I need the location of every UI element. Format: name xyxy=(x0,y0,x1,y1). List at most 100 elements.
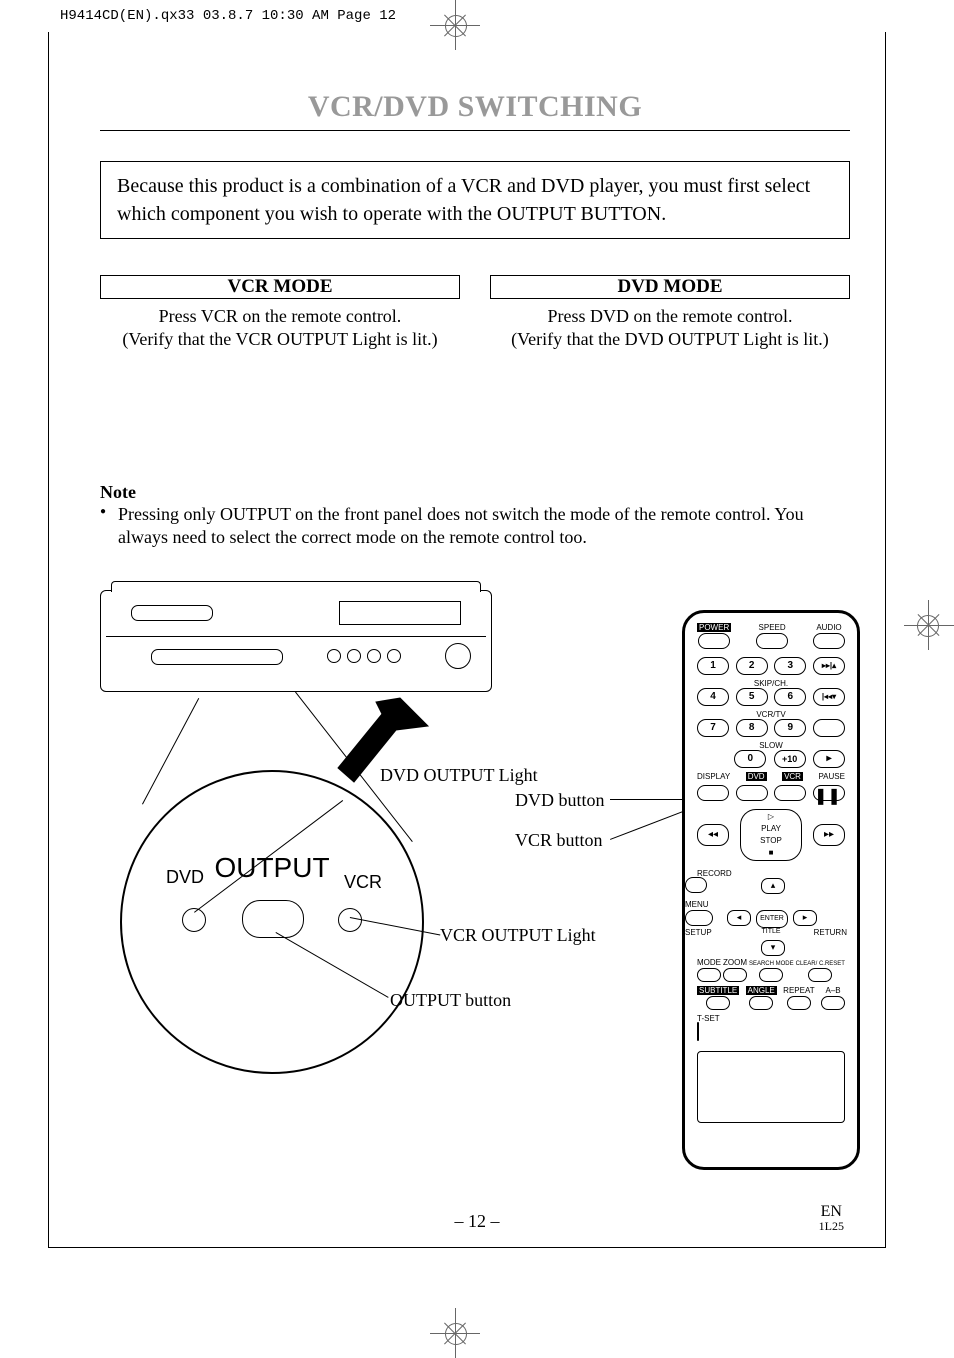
vcr-mode-line2: (Verify that the VCR OUTPUT Light is lit… xyxy=(122,329,437,349)
num-5-button: 5 xyxy=(736,688,768,706)
play-label: PLAY xyxy=(761,824,781,833)
dvd-button xyxy=(736,785,768,801)
zoom-button xyxy=(723,968,747,982)
leader-line xyxy=(610,799,690,800)
callout-dvd-output-light: DVD OUTPUT Light xyxy=(380,765,538,786)
dpad: ▴ ◂ ENTER ▸ ▾ MENU SETUP TITLE RETURN xyxy=(721,878,821,958)
dvd-mode-line1: Press DVD on the remote control. xyxy=(548,306,793,326)
note-section: Note Pressing only OUTPUT on the front p… xyxy=(100,482,850,550)
rewind-button: ◂◂ xyxy=(697,824,729,846)
angle-label: ANGLE xyxy=(746,986,777,995)
num-0-button: 0 xyxy=(734,750,766,768)
dvd-button-label: DVD xyxy=(746,772,767,781)
display-label: DISPLAY xyxy=(697,772,730,781)
num-3-button: 3 xyxy=(774,657,806,675)
dvd-mode-text: Press DVD on the remote control. (Verify… xyxy=(490,305,850,352)
power-label: POWER xyxy=(697,623,731,632)
page-number: – 12 – xyxy=(0,1211,954,1232)
tset-button xyxy=(697,1022,699,1041)
pause-button: ❚❚ xyxy=(813,785,845,801)
dvd-mode-header: DVD MODE xyxy=(490,275,850,299)
num-7-button: 7 xyxy=(697,719,729,737)
note-text: Pressing only OUTPUT on the front panel … xyxy=(100,503,850,550)
lang-main: EN xyxy=(821,1203,842,1220)
speed-label: SPEED xyxy=(759,623,786,632)
num-1-button: 1 xyxy=(697,657,729,675)
up-button: ▴ xyxy=(761,878,785,894)
footer: – 12 – EN 1L25 xyxy=(0,1211,954,1232)
setup-label: SETUP xyxy=(685,928,712,937)
vcr-button xyxy=(774,785,806,801)
mode-label: MODE xyxy=(697,958,721,967)
vcr-mode-column: VCR MODE Press VCR on the remote control… xyxy=(100,275,460,352)
record-button xyxy=(685,877,707,893)
language-code: EN 1L25 xyxy=(819,1204,844,1232)
remote-blank-panel xyxy=(697,1051,845,1123)
menu-button xyxy=(685,910,713,926)
ab-label: A–B xyxy=(825,986,840,995)
slow-label: SLOW xyxy=(697,741,845,750)
subtitle-label: SUBTITLE xyxy=(697,986,739,995)
return-label: RETURN xyxy=(814,928,847,937)
vcr-mode-text: Press VCR on the remote control. (Verify… xyxy=(100,305,460,352)
searchmode-button xyxy=(759,968,783,982)
ffwd-button: ▸▸ xyxy=(813,824,845,846)
ab-button xyxy=(821,996,845,1010)
pause-label: PAUSE xyxy=(818,772,845,781)
tset-label: T-SET xyxy=(697,1014,845,1023)
down-button: ▾ xyxy=(761,940,785,956)
vcrtv-label: VCR/TV xyxy=(697,710,845,719)
clearreset-button xyxy=(808,968,832,982)
skip-back-button: |◂◂▾ xyxy=(813,688,845,706)
vcr-button-label: VCR xyxy=(782,772,803,781)
repeat-button xyxy=(787,996,811,1010)
vcrtv-button xyxy=(813,719,845,737)
angle-button xyxy=(749,996,773,1010)
num-plus10-button: +10 xyxy=(774,750,806,768)
callout-vcr-output-light: VCR OUTPUT Light xyxy=(440,925,596,946)
vcr-label: VCR xyxy=(344,872,382,893)
page-title: VCR/DVD SWITCHING xyxy=(100,90,850,124)
note-label: Note xyxy=(100,482,850,503)
output-button-icon xyxy=(242,900,304,938)
mode-button xyxy=(697,968,721,982)
num-6-button: 6 xyxy=(774,688,806,706)
num-2-button: 2 xyxy=(736,657,768,675)
skipch-label: SKIP/CH. xyxy=(697,679,845,688)
audio-label: AUDIO xyxy=(816,623,841,632)
title-label: TITLE xyxy=(751,928,791,935)
title-rule xyxy=(100,130,850,131)
intro-box: Because this product is a combination of… xyxy=(100,161,850,239)
callout-dvd-button: DVD button xyxy=(515,790,605,811)
modes: VCR MODE Press VCR on the remote control… xyxy=(100,275,850,352)
print-header: H9414CD(EN).qx33 03.8.7 10:30 AM Page 12 xyxy=(60,8,396,24)
stop-label: STOP xyxy=(760,836,782,845)
speed-button xyxy=(756,633,788,649)
dvd-mode-line2: (Verify that the DVD OUTPUT Light is lit… xyxy=(511,329,829,349)
zoom-label: ZOOM xyxy=(723,958,747,967)
audio-button xyxy=(813,633,845,649)
play-stop-block: ▷ PLAY STOP ■ xyxy=(740,809,802,861)
callout-output-button: OUTPUT button xyxy=(390,990,511,1011)
searchmode-label: SEARCH MODE xyxy=(749,961,794,967)
slow-button: ▸ xyxy=(813,750,845,768)
skip-fwd-button: ▸▸|▴ xyxy=(813,657,845,675)
menu-label: MENU xyxy=(685,900,709,909)
num-8-button: 8 xyxy=(736,719,768,737)
remote-illustration: POWER SPEED AUDIO 1 2 3 ▸▸|▴ SKIP/CH. 4 … xyxy=(682,610,860,1170)
left-button: ◂ xyxy=(727,910,751,926)
dvd-label: DVD xyxy=(166,867,204,888)
record-label: RECORD xyxy=(697,869,845,878)
lang-sub: 1L25 xyxy=(819,1220,844,1232)
page: H9414CD(EN).qx33 03.8.7 10:30 AM Page 12… xyxy=(0,0,954,1308)
enter-button: ENTER xyxy=(756,910,788,928)
content: VCR/DVD SWITCHING Because this product i… xyxy=(100,90,850,1170)
power-button xyxy=(698,633,730,649)
dvd-mode-column: DVD MODE Press DVD on the remote control… xyxy=(490,275,850,352)
right-button: ▸ xyxy=(793,910,817,926)
display-button xyxy=(697,785,729,801)
num-4-button: 4 xyxy=(697,688,729,706)
num-9-button: 9 xyxy=(774,719,806,737)
combo-unit-illustration xyxy=(100,590,492,692)
clearreset-label: CLEAR/ C.RESET xyxy=(796,961,845,967)
